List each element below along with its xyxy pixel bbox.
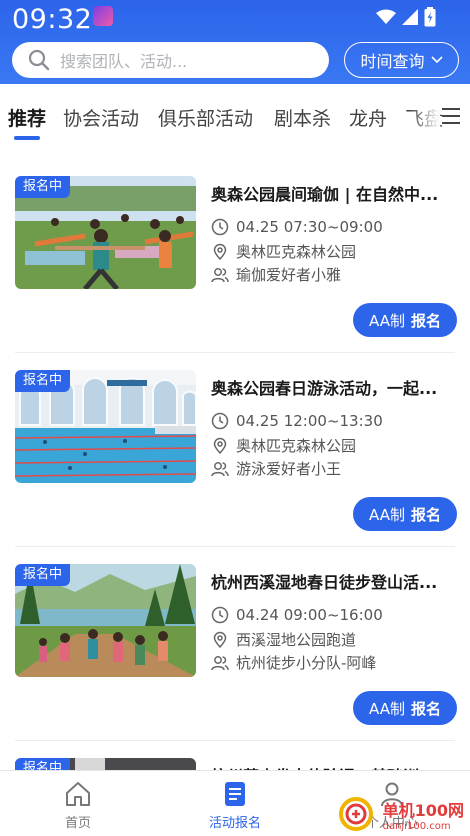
activity-time: 04.25 07:30~09:00: [211, 218, 383, 236]
status-bar: 09:32: [0, 0, 470, 36]
status-time: 09:32: [12, 4, 93, 35]
location-pin-icon: [213, 243, 227, 260]
nav-home[interactable]: 首页: [23, 781, 133, 831]
search-placeholder: 搜索团队、活动...: [60, 52, 188, 71]
tab-association[interactable]: 协会活动: [63, 104, 139, 131]
system-icons: [376, 7, 436, 27]
activity-time: 04.25 12:00~13:30: [211, 412, 383, 430]
clock-icon: [211, 218, 229, 236]
activity-card[interactable]: 报名中 杭州西溪湿地春日徒步登山活... 04.24 09:00~16:00 西…: [0, 548, 470, 742]
watermark-logo-icon: [338, 797, 373, 831]
watermark: 单机100网 danji100.com: [337, 795, 464, 833]
activity-location: 西溪湿地公园跑道: [211, 629, 356, 650]
status-badge: 报名中: [15, 370, 71, 392]
user-group-icon: [211, 461, 229, 476]
activity-card[interactable]: 报名中 奥森公园春日游泳活动，一起... 04.25 12:00~13:30 奥…: [0, 354, 470, 548]
nav-activity-signup[interactable]: 活动报名: [180, 781, 290, 831]
activity-title: 奥森公园春日游泳活动，一起...: [211, 379, 438, 398]
app-notification-icon: [93, 6, 113, 26]
signup-button[interactable]: AA制 报名: [353, 303, 457, 337]
active-tab-indicator: [14, 136, 40, 140]
user-group-icon: [211, 655, 229, 670]
search-icon: [28, 49, 50, 71]
top-header: 09:32 搜索团队、活动... 时间查询: [0, 0, 470, 84]
category-tabs: 推荐 协会活动 俱乐部活动 剧本杀 龙舟 飞盘: [0, 86, 470, 146]
signup-button[interactable]: AA制 报名: [353, 497, 457, 531]
home-icon: [66, 782, 90, 806]
activity-card[interactable]: 报名中 杭州萧山拳击体验课：基础训...: [0, 742, 470, 772]
tab-dragon-boat[interactable]: 龙舟: [349, 104, 387, 131]
time-query-label: 时间查询: [360, 52, 425, 71]
activity-organizer: 瑜伽爱好者小雅: [211, 264, 341, 285]
battery-icon: [424, 7, 436, 27]
user-group-icon: [211, 267, 229, 282]
activity-card[interactable]: 报名中 奥森公园晨间瑜伽 | 在自然中... 04.25 07:30~09:00…: [0, 160, 470, 354]
bottom-navigation: 首页 活动报名 个人中心 单机100网 danji100.com: [0, 770, 470, 836]
search-input[interactable]: 搜索团队、活动...: [12, 42, 329, 78]
signup-button[interactable]: AA制 报名: [353, 691, 457, 725]
activity-location: 奥林匹克森林公园: [211, 435, 356, 456]
tab-club[interactable]: 俱乐部活动: [158, 104, 253, 131]
activity-location: 奥林匹克森林公园: [211, 241, 356, 262]
activity-title: 杭州西溪湿地春日徒步登山活...: [211, 573, 438, 592]
activity-title: 奥森公园晨间瑜伽 | 在自然中...: [211, 185, 439, 204]
tab-recommend[interactable]: 推荐: [8, 104, 46, 131]
tab-script-murder[interactable]: 剧本杀: [274, 104, 331, 131]
menu-icon[interactable]: [442, 108, 460, 124]
wifi-icon: [376, 9, 396, 24]
location-pin-icon: [213, 631, 227, 648]
location-pin-icon: [213, 437, 227, 454]
clock-icon: [211, 606, 229, 624]
activity-organizer: 杭州徒步小分队-阿峰: [211, 652, 376, 673]
status-badge: 报名中: [15, 176, 71, 198]
signal-icon: [402, 9, 418, 25]
chevron-down-icon: [430, 56, 443, 64]
activity-organizer: 游泳爱好者小王: [211, 458, 341, 479]
clock-icon: [211, 412, 229, 430]
activity-time: 04.24 09:00~16:00: [211, 606, 383, 624]
signup-list-icon: [225, 782, 245, 806]
time-query-button[interactable]: 时间查询: [344, 42, 459, 78]
status-badge: 报名中: [15, 564, 71, 586]
